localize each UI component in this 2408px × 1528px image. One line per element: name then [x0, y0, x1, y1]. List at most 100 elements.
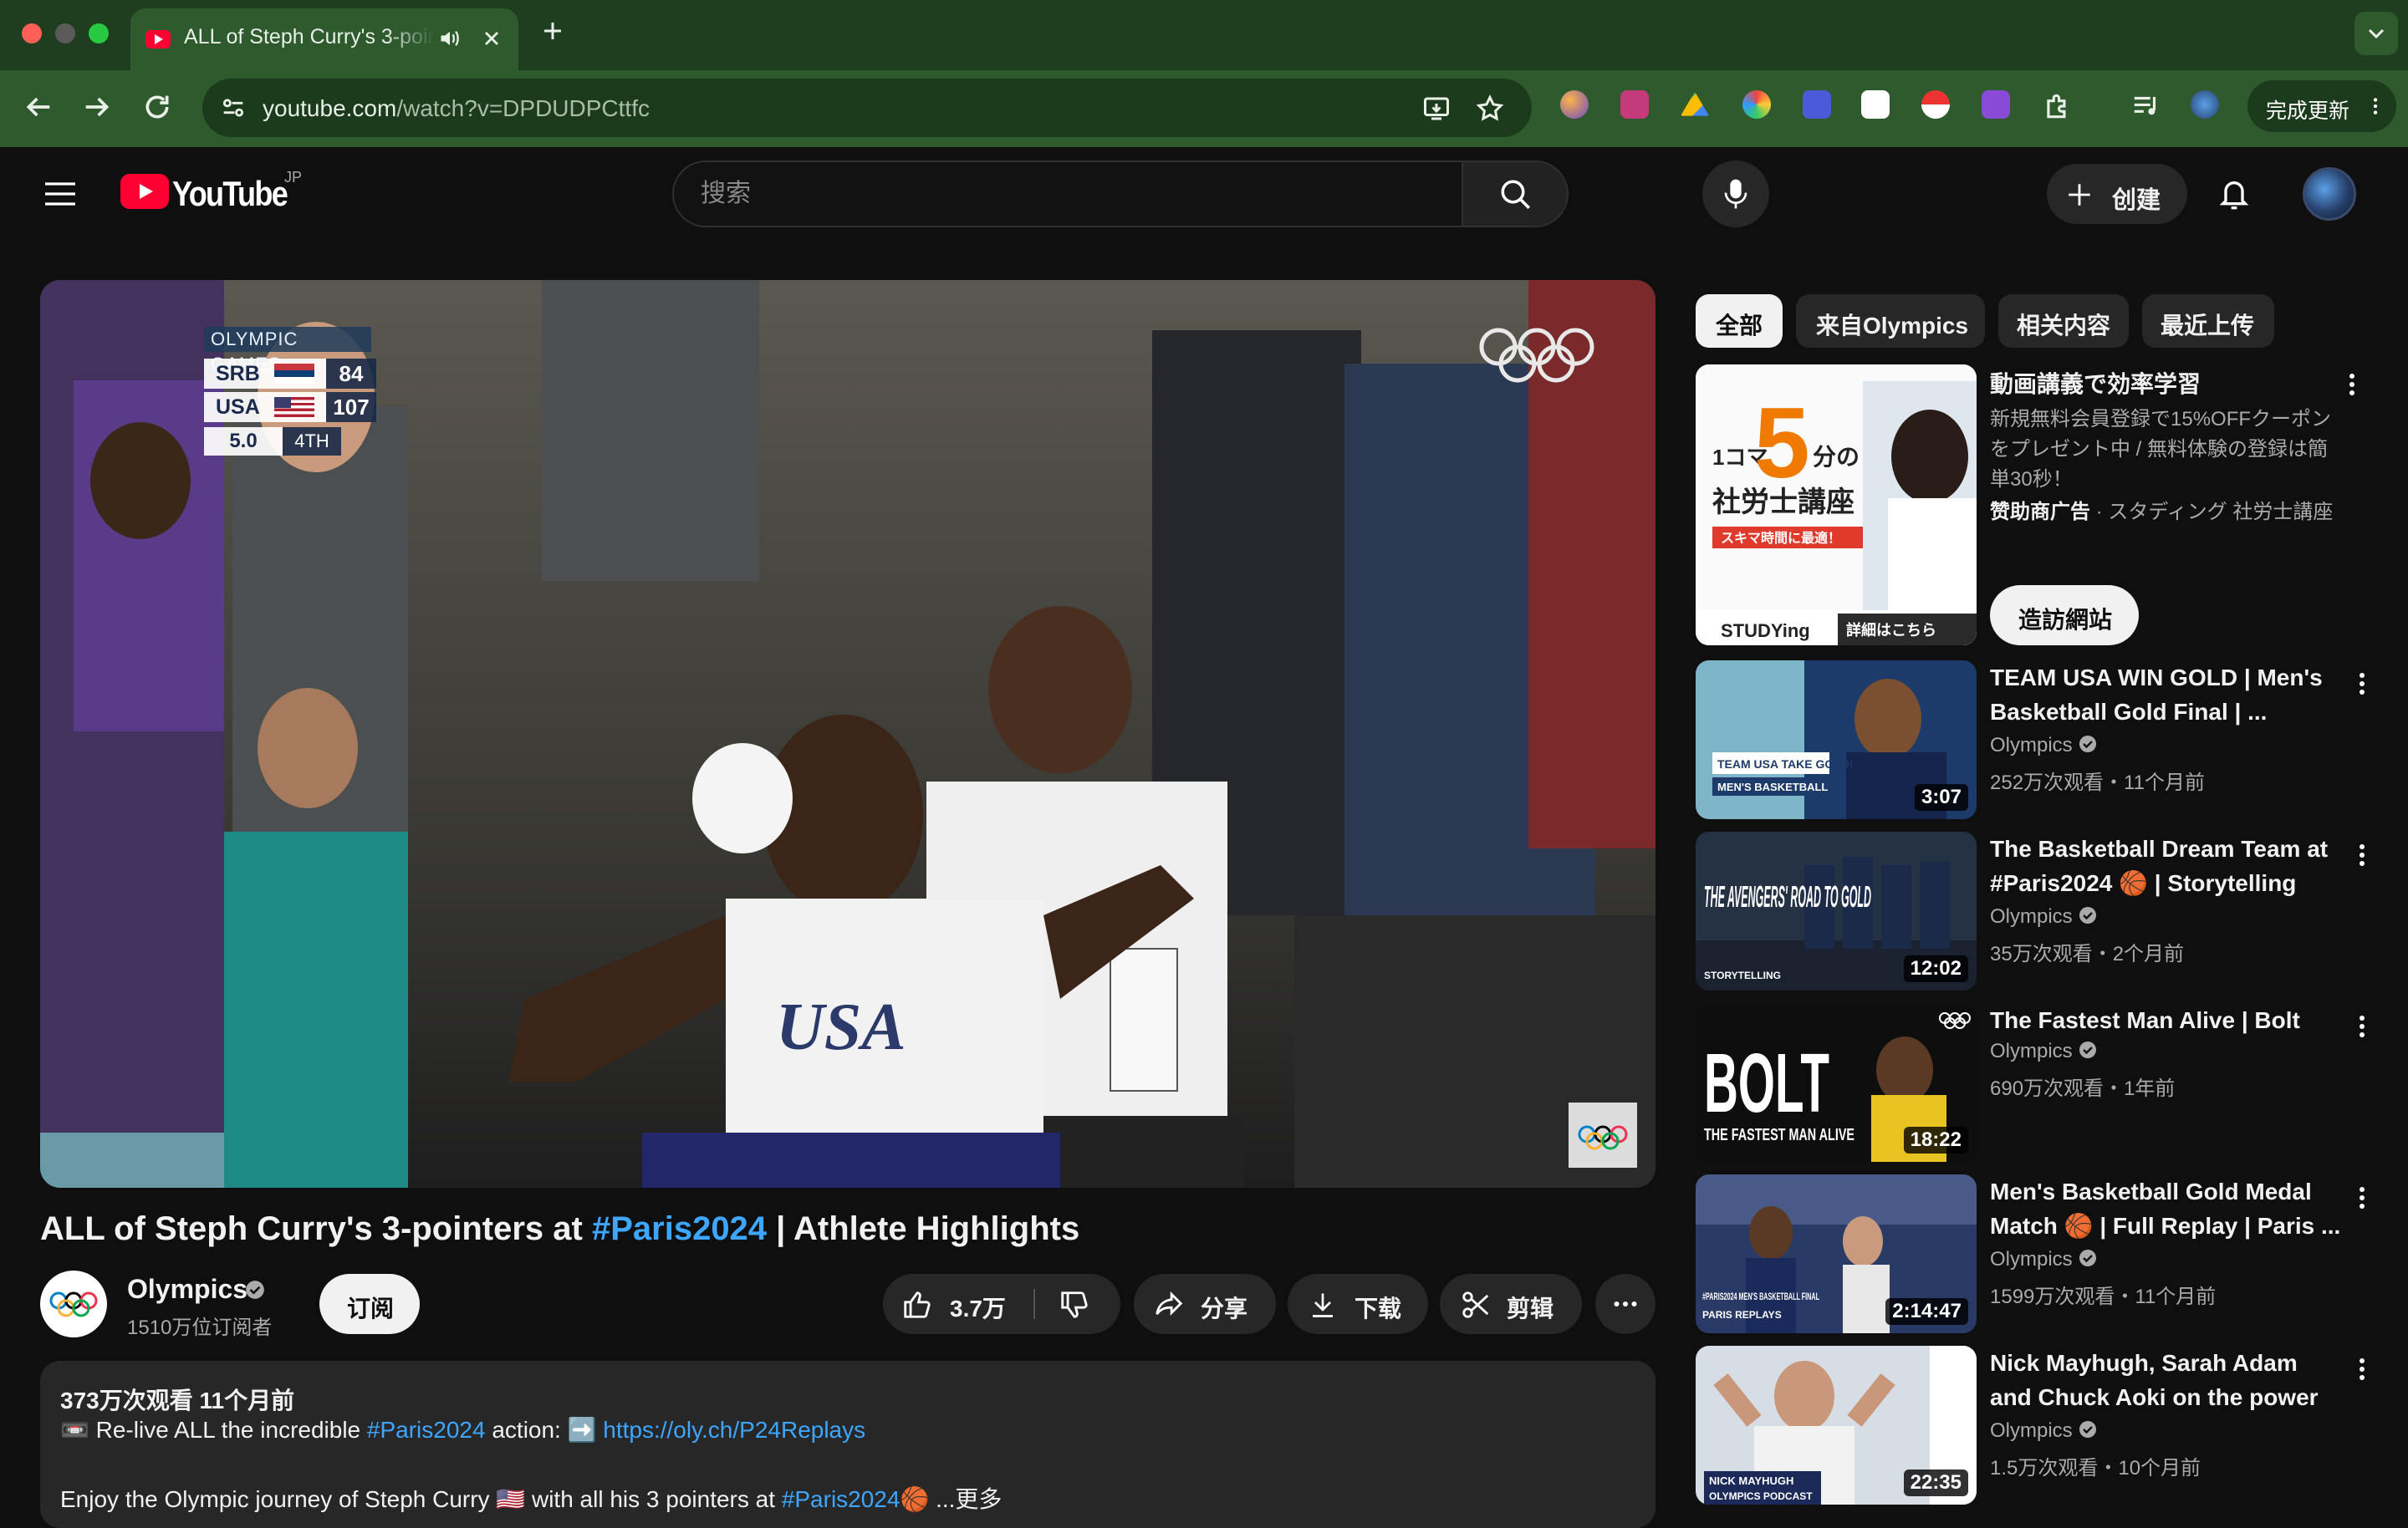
back-arrow-icon[interactable]	[22, 90, 55, 124]
video-title[interactable]: The Basketball Dream Team at #Paris2024 …	[1990, 832, 2341, 900]
update-button[interactable]: 完成更新	[2247, 80, 2396, 132]
hashtag-link[interactable]: #Paris2024	[367, 1417, 486, 1443]
ad-thumbnail[interactable]: 1コマ 5 分の 社労士講座 スキマ時間に最適！ STUDYing 詳細はこちら	[1696, 364, 1977, 645]
window-minimize-button[interactable]	[55, 23, 75, 43]
hashtag-link[interactable]: #Paris2024	[782, 1486, 900, 1512]
video-title[interactable]: Men's Basketball Gold Medal Match 🏀 | Fu…	[1990, 1174, 2341, 1243]
account-avatar[interactable]	[2303, 167, 2356, 221]
hashtag-link[interactable]: #Paris2024	[592, 1210, 767, 1247]
media-control-icon[interactable]	[2130, 90, 2162, 122]
ad-title[interactable]: 動画講義で効率学習	[1990, 366, 2201, 400]
channel-avatar[interactable]	[40, 1271, 107, 1337]
google-drive-icon[interactable]	[1681, 91, 1709, 116]
visit-site-button[interactable]: 造訪網站	[1990, 585, 2139, 645]
browser-tab-active[interactable]: ALL of Steph Curry's 3-pointers at #Pari…	[130, 8, 518, 70]
chip-related[interactable]: 相关内容	[1998, 294, 2129, 348]
window-maximize-button[interactable]	[89, 23, 109, 43]
bookmark-star-icon[interactable]	[1475, 94, 1505, 124]
window-close-button[interactable]	[22, 23, 42, 43]
address-bar[interactable]: youtube.com/watch?v=DPDUDPCttfc	[202, 79, 1532, 137]
extension-c-icon[interactable]	[1861, 90, 1890, 119]
video-title[interactable]: The Fastest Man Alive | Bolt	[1990, 1003, 2341, 1037]
pokeball-icon[interactable]	[1921, 90, 1950, 119]
forward-arrow-icon[interactable]	[80, 90, 114, 124]
sponsored-ad-card[interactable]: 1コマ 5 分の 社労士講座 スキマ時間に最適！ STUDYing 詳細はこちら…	[1696, 364, 2393, 645]
video-channel[interactable]: Olympics	[1990, 1248, 2098, 1271]
extension-tdk-icon[interactable]	[1803, 90, 1831, 119]
youtube-logo-icon[interactable]	[120, 174, 169, 209]
extensions-puzzle-icon[interactable]	[2042, 90, 2074, 122]
download-button[interactable]: 下载	[1288, 1274, 1428, 1334]
plus-icon	[2069, 184, 2090, 206]
install-app-icon[interactable]	[1421, 94, 1451, 124]
game-clock: 5.0	[204, 427, 283, 456]
speaker-icon[interactable]	[438, 27, 462, 50]
video-title[interactable]: Nick Mayhugh, Sarah Adam and Chuck Aoki …	[1990, 1346, 2341, 1414]
notifications-bell-icon[interactable]	[2217, 176, 2251, 212]
reload-icon[interactable]	[140, 90, 174, 124]
video-menu-icon[interactable]	[2349, 1011, 2375, 1042]
video-channel[interactable]: Olympics	[1990, 734, 2098, 757]
clip-button[interactable]: 剪辑	[1440, 1274, 1582, 1334]
video-thumbnail[interactable]: NICK MAYHUGH OLYMPICS PODCAST 22:35	[1696, 1346, 1977, 1505]
ad-menu-icon[interactable]	[2339, 369, 2365, 400]
usa-flag-icon	[274, 397, 314, 417]
video-thumbnail[interactable]: THE AVENGERS' ROAD TO GOLD STORYTELLING …	[1696, 832, 1977, 991]
channel-name[interactable]: Olympics	[127, 1274, 247, 1305]
scoreboard-header: OLYMPIC GAMES	[204, 327, 371, 374]
recommended-video-card[interactable]: BOLT THE FASTEST MAN ALIVE 18:22 The Fas…	[1696, 1003, 2393, 1162]
extension-new-icon[interactable]	[1982, 90, 2010, 119]
tab-search-button[interactable]	[2354, 12, 2398, 55]
profile-avatar[interactable]	[2191, 90, 2219, 119]
site-settings-icon[interactable]	[219, 94, 247, 122]
recommended-video-card[interactable]: NICK MAYHUGH OLYMPICS PODCAST 22:35 Nick…	[1696, 1346, 2393, 1505]
subscribe-button[interactable]: 订阅	[319, 1274, 420, 1334]
extension-1-icon[interactable]	[1560, 90, 1589, 119]
close-tab-icon[interactable]	[480, 27, 503, 50]
voice-search-button[interactable]	[1702, 160, 1769, 227]
share-button[interactable]: 分享	[1134, 1274, 1276, 1334]
video-duration: 12:02	[1903, 955, 1968, 982]
thumbnail-subcaption: PARIS REPLAYS	[1702, 1309, 1782, 1321]
video-title[interactable]: TEAM USA WIN GOLD | Men's Basketball Gol…	[1990, 660, 2341, 729]
video-player[interactable]: USA OLYMPIC GAMES SRB 84 USA 107 5.0 4TH	[40, 280, 1656, 1188]
extension-translate-icon[interactable]	[1620, 90, 1649, 119]
ad-thumb-brand: STUDYing	[1721, 620, 1810, 641]
view-count-and-date: 373万次观看 11个月前	[60, 1388, 295, 1413]
replays-link[interactable]: https://oly.ch/P24Replays	[603, 1417, 865, 1443]
recommended-video-card[interactable]: TEAM USA TAKE GOLD! MEN'S BASKETBALL 3:0…	[1696, 660, 2393, 819]
more-actions-button[interactable]	[1595, 1274, 1656, 1334]
chip-from-olympics[interactable]: 来自Olympics	[1796, 294, 1985, 348]
video-channel[interactable]: Olympics	[1990, 1040, 2098, 1063]
extension-color-icon[interactable]	[1742, 90, 1771, 119]
dislike-button[interactable]	[1037, 1274, 1120, 1334]
share-arrow-icon	[1156, 1291, 1183, 1316]
video-channel[interactable]: Olympics	[1990, 905, 2098, 929]
recommended-video-card[interactable]: THE AVENGERS' ROAD TO GOLD STORYTELLING …	[1696, 832, 2393, 991]
video-menu-icon[interactable]	[2349, 1354, 2375, 1384]
more-horiz-icon	[1614, 1301, 1637, 1306]
ad-thumbnail-art: 1コマ 5 分の 社労士講座 スキマ時間に最適！ STUDYing 詳細はこちら	[1696, 364, 1977, 645]
thumbnail-subcaption: STORYTELLING	[1704, 970, 1781, 981]
video-thumbnail[interactable]: BOLT THE FASTEST MAN ALIVE 18:22	[1696, 1003, 1977, 1162]
video-thumbnail[interactable]: TEAM USA TAKE GOLD! MEN'S BASKETBALL 3:0…	[1696, 660, 1977, 819]
new-tab-icon[interactable]	[540, 18, 565, 43]
verified-badge-icon	[2079, 1250, 2096, 1266]
video-channel[interactable]: Olympics	[1990, 1419, 2098, 1443]
youtube-logo-text[interactable]: YouTube	[172, 174, 288, 214]
search-box	[672, 160, 1569, 227]
video-menu-icon[interactable]	[2349, 1183, 2375, 1213]
video-menu-icon[interactable]	[2349, 840, 2375, 870]
like-button[interactable]: 3.7万	[883, 1274, 1032, 1334]
video-thumbnail[interactable]: #PARIS2024 MEN'S BASKETBALL FINAL PARIS …	[1696, 1174, 1977, 1333]
chip-all[interactable]: 全部	[1696, 294, 1783, 348]
description-box[interactable]: 373万次观看 11个月前 📼 Re-live ALL the incredib…	[40, 1361, 1656, 1528]
ad-thumb-course: 社労士講座	[1712, 486, 1854, 518]
create-button[interactable]: 创建	[2047, 164, 2187, 224]
video-menu-icon[interactable]	[2349, 669, 2375, 699]
search-input[interactable]	[701, 176, 1386, 212]
menu-hamburger-icon[interactable]	[43, 181, 77, 207]
search-button[interactable]	[1462, 162, 1567, 226]
recommended-video-card[interactable]: #PARIS2024 MEN'S BASKETBALL FINAL PARIS …	[1696, 1174, 2393, 1333]
chip-recently-uploaded[interactable]: 最近上传	[2142, 294, 2274, 348]
